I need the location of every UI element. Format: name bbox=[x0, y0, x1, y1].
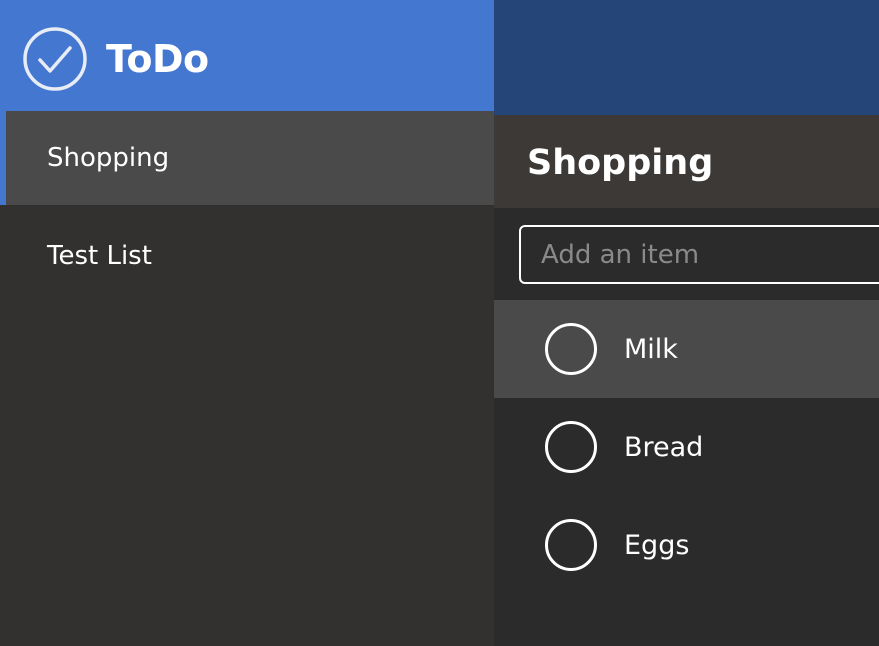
sidebar: ToDo Shopping Test List bbox=[0, 0, 494, 646]
list-panel: Shopping Milk Bread Eggs bbox=[494, 0, 879, 646]
list-item-label: Bread bbox=[624, 431, 704, 463]
sidebar-item-shopping[interactable]: Shopping bbox=[0, 111, 494, 205]
list-item[interactable]: Milk bbox=[494, 300, 879, 398]
checkbox-circle-icon[interactable] bbox=[545, 519, 597, 571]
list-item[interactable]: Bread bbox=[494, 398, 879, 496]
todo-app: ToDo Shopping Test List Shopping Milk Br… bbox=[0, 0, 879, 646]
sidebar-item-label: Test List bbox=[47, 241, 152, 271]
list-title: Shopping bbox=[527, 143, 714, 183]
list-item[interactable]: Eggs bbox=[494, 496, 879, 594]
sidebar-item-test-list[interactable]: Test List bbox=[0, 209, 494, 303]
add-item-input[interactable] bbox=[519, 225, 879, 284]
sidebar-item-label: Shopping bbox=[47, 143, 170, 173]
checkmark-circle-icon bbox=[22, 26, 88, 92]
title-bar-area bbox=[494, 0, 879, 115]
list-item-label: Milk bbox=[624, 333, 678, 365]
checkbox-circle-icon[interactable] bbox=[545, 323, 597, 375]
app-title: ToDo bbox=[106, 37, 209, 81]
app-header: ToDo bbox=[0, 0, 494, 111]
list-item-label: Eggs bbox=[624, 529, 690, 561]
checkbox-circle-icon[interactable] bbox=[545, 421, 597, 473]
